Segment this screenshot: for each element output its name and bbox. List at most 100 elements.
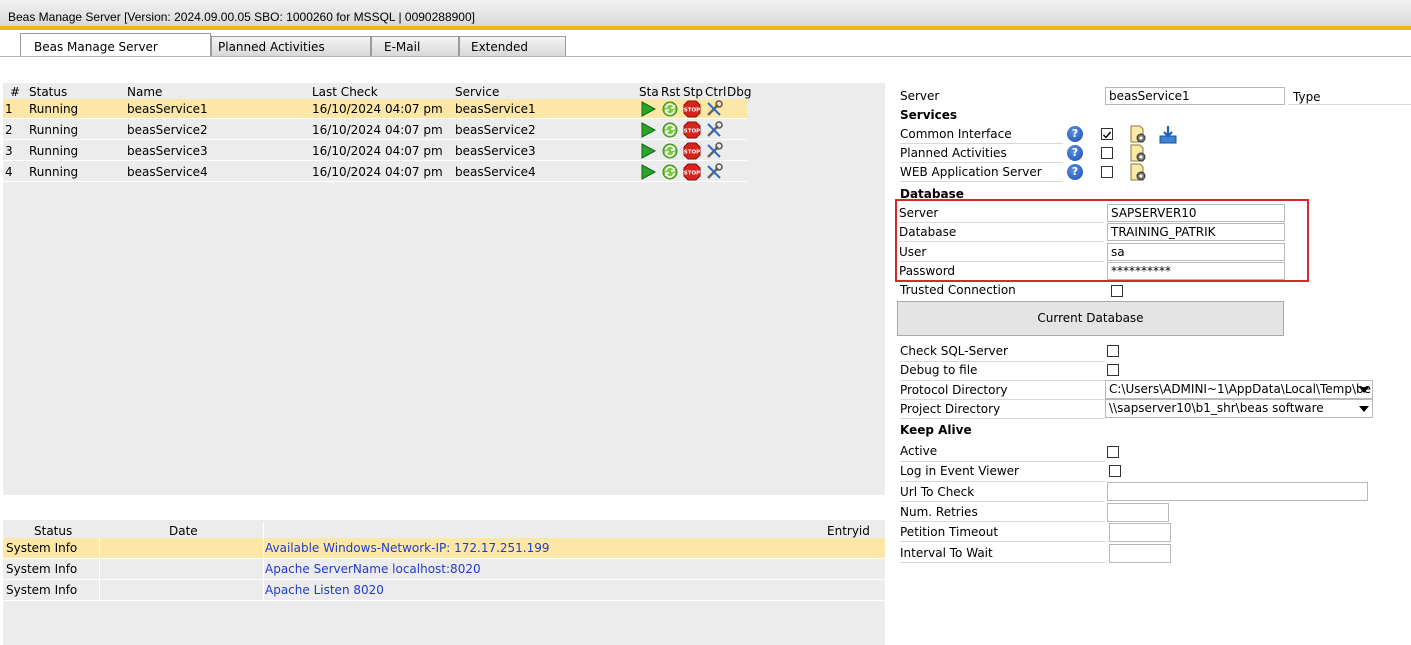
tools-icon[interactable]: [705, 121, 723, 139]
play-icon[interactable]: [639, 121, 657, 139]
row-service: beasService1: [455, 102, 536, 116]
row-service: beasService3: [455, 144, 536, 158]
download-icon[interactable]: [1158, 125, 1178, 144]
active-checkbox[interactable]: [1107, 446, 1119, 458]
table-row[interactable]: 2 Running beasService2 16/10/2024 04:07 …: [3, 120, 747, 140]
svg-text:STOP: STOP: [684, 108, 700, 114]
row-number: 1: [5, 102, 13, 116]
web-app-server-checkbox[interactable]: [1101, 166, 1113, 178]
row-number: 2: [5, 123, 13, 137]
check-sql-server-label: Check SQL-Server: [900, 344, 1008, 358]
gear-document-icon[interactable]: [1129, 144, 1148, 163]
stop-icon[interactable]: STOP: [683, 142, 701, 160]
tools-icon[interactable]: [705, 163, 723, 181]
current-database-button[interactable]: Current Database: [897, 301, 1284, 336]
col-header-service[interactable]: Service: [455, 85, 499, 99]
row-status: Running: [29, 165, 79, 179]
checkmark-icon: [1103, 131, 1112, 139]
row-divider: [900, 481, 1105, 482]
log-message[interactable]: Apache Listen 8020: [265, 583, 384, 597]
col-header-rst[interactable]: Rst: [661, 85, 680, 99]
interval-to-wait-field[interactable]: [1109, 544, 1171, 563]
col-header-dbg[interactable]: Dbg: [727, 85, 751, 99]
db-server-field[interactable]: SAPSERVER10: [1107, 204, 1285, 222]
help-icon[interactable]: ?: [1067, 164, 1083, 180]
check-sql-server-checkbox[interactable]: [1107, 345, 1119, 357]
tab-extended[interactable]: Extended: [459, 36, 566, 57]
col-header-ctrl[interactable]: Ctrl: [705, 85, 726, 99]
keep-alive-section-title: Keep Alive: [900, 423, 972, 437]
log-row[interactable]: System Info Apache Listen 8020: [3, 580, 885, 601]
svg-text:STOP: STOP: [684, 171, 700, 177]
num-retries-label: Num. Retries: [900, 505, 978, 519]
col-header-last-check[interactable]: Last Check: [312, 85, 378, 99]
stop-icon[interactable]: STOP: [683, 121, 701, 139]
trusted-connection-checkbox[interactable]: [1111, 285, 1123, 297]
table-row[interactable]: 3 Running beasService3 16/10/2024 04:07 …: [3, 141, 747, 161]
db-password-label: Password: [899, 264, 956, 278]
tab-beas-manage-server[interactable]: Beas Manage Server: [20, 33, 211, 57]
tab-email[interactable]: E-Mail: [371, 36, 459, 57]
server-field[interactable]: beasService1: [1105, 87, 1285, 105]
window-title-bar: Beas Manage Server [Version: 2024.09.00.…: [0, 0, 1411, 30]
row-name: beasService3: [127, 144, 208, 158]
project-directory-label: Project Directory: [900, 402, 1001, 416]
service-common-interface-label: Common Interface: [900, 127, 1012, 141]
server-label: Server: [900, 89, 940, 103]
row-status: Running: [29, 123, 79, 137]
col-header-name[interactable]: Name: [127, 85, 162, 99]
restart-icon[interactable]: [661, 163, 679, 181]
protocol-directory-label: Protocol Directory: [900, 383, 1008, 397]
col-header-stp[interactable]: Stp: [683, 85, 703, 99]
row-divider: [900, 361, 1105, 362]
tab-planned-activities[interactable]: Planned Activities: [211, 36, 371, 57]
planned-activities-checkbox[interactable]: [1101, 147, 1113, 159]
stop-icon[interactable]: STOP: [683, 163, 701, 181]
table-row[interactable]: 4 Running beasService4 16/10/2024 04:07 …: [3, 162, 747, 182]
log-event-viewer-checkbox[interactable]: [1109, 465, 1121, 477]
help-icon[interactable]: ?: [1067, 145, 1083, 161]
col-header-sta[interactable]: Sta: [639, 85, 659, 99]
gear-document-icon[interactable]: [1129, 125, 1148, 144]
play-icon[interactable]: [639, 163, 657, 181]
num-retries-field[interactable]: [1107, 503, 1169, 522]
log-message[interactable]: Apache ServerName localhost:8020: [265, 562, 481, 576]
play-icon[interactable]: [639, 142, 657, 160]
col-header-num[interactable]: #: [10, 85, 20, 99]
help-icon[interactable]: ?: [1067, 126, 1083, 142]
petition-timeout-field[interactable]: [1109, 523, 1171, 542]
svg-text:STOP: STOP: [684, 150, 700, 156]
table-row[interactable]: 1 Running beasService1 16/10/2024 04:07 …: [3, 99, 747, 119]
gear-document-icon[interactable]: [1129, 163, 1148, 182]
log-row[interactable]: System Info Available Windows-Network-IP…: [3, 538, 885, 559]
db-database-field[interactable]: TRAINING_PATRIK: [1107, 223, 1285, 241]
log-row[interactable]: System Info Apache ServerName localhost:…: [3, 559, 885, 580]
tools-icon[interactable]: [705, 100, 723, 118]
db-password-field[interactable]: **********: [1107, 262, 1285, 280]
row-number: 3: [5, 144, 13, 158]
play-icon[interactable]: [639, 100, 657, 118]
project-directory-select[interactable]: \\sapserver10\b1_shr\beas software: [1105, 399, 1373, 418]
db-user-field[interactable]: sa: [1107, 243, 1285, 261]
url-to-check-field[interactable]: [1107, 482, 1368, 501]
row-service: beasService4: [455, 165, 536, 179]
log-col-header-entryid[interactable]: Entryid: [827, 524, 870, 538]
restart-icon[interactable]: [661, 121, 679, 139]
log-col-header-status[interactable]: Status: [34, 524, 72, 538]
common-interface-checkbox[interactable]: [1101, 128, 1113, 140]
row-name: beasService1: [127, 102, 208, 116]
type-divider: [1288, 104, 1411, 105]
log-message[interactable]: Available Windows-Network-IP: 172.17.251…: [265, 541, 550, 555]
row-divider: [900, 143, 1063, 144]
col-header-status[interactable]: Status: [29, 85, 67, 99]
debug-to-file-checkbox[interactable]: [1107, 364, 1119, 376]
tools-icon[interactable]: [705, 142, 723, 160]
restart-icon[interactable]: [661, 100, 679, 118]
row-divider: [900, 399, 1105, 400]
restart-icon[interactable]: [661, 142, 679, 160]
log-col-header-date[interactable]: Date: [169, 524, 198, 538]
row-last-check: 16/10/2024 04:07 pm: [312, 165, 443, 179]
tab-label: Extended: [471, 40, 528, 54]
protocol-directory-select[interactable]: C:\Users\ADMINI~1\AppData\Local\Temp\be: [1105, 380, 1373, 399]
stop-icon[interactable]: STOP: [683, 100, 701, 118]
